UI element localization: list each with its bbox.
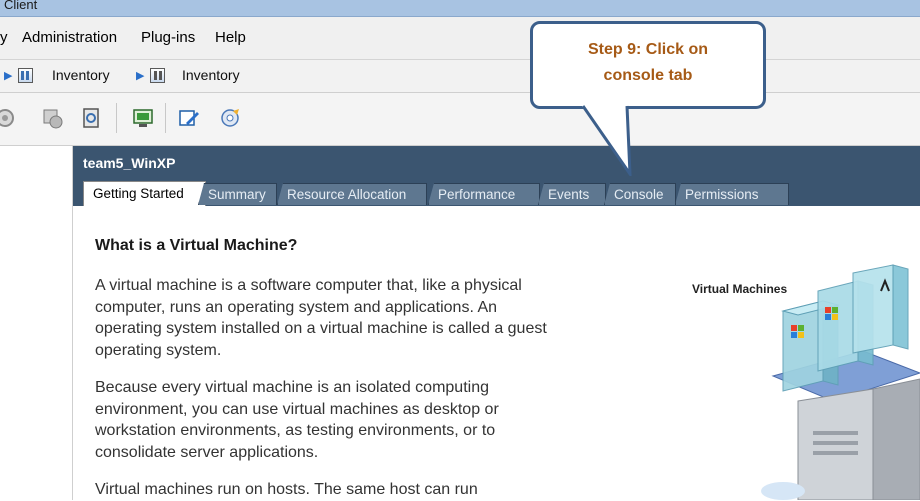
paragraph-3: Virtual machines run on hosts. The same … <box>95 481 478 498</box>
toolbar <box>0 93 920 146</box>
callout-line-1: Step 9: Click on <box>587 41 709 58</box>
toolbar-separator <box>116 103 117 133</box>
virtual-machines-illustration <box>761 264 920 500</box>
annotation-callout: Step 9: Click on console tab <box>530 21 766 109</box>
power-off-icon[interactable] <box>0 107 16 129</box>
paragraph-2: Because every virtual machine is an isol… <box>95 379 499 461</box>
callout-line-2: console tab <box>603 67 693 84</box>
breadcrumb: ▶ Inventory ▶ Inventory <box>0 60 920 93</box>
breadcrumb-inventory-2[interactable]: Inventory <box>182 67 240 83</box>
paragraph-1: A virtual machine is a software computer… <box>95 277 547 359</box>
vm-name: team5_WinXP <box>83 155 176 171</box>
vm-header: team5_WinXP Getting Started Summary Reso… <box>73 146 920 207</box>
menu-bar: y Administration Plug-ins Help <box>0 17 920 60</box>
tab-summary[interactable]: Summary <box>198 183 277 205</box>
menu-item-help[interactable]: Help <box>215 29 246 46</box>
inventory-tree-pane[interactable] <box>0 146 73 500</box>
window-titlebar: Client <box>0 0 920 17</box>
tab-events[interactable]: Events <box>538 183 606 205</box>
window-title: Client <box>4 0 38 12</box>
getting-started-content: What is a Virtual Machine? A virtual mac… <box>73 206 920 500</box>
menu-item-plugins[interactable]: Plug-ins <box>141 29 195 46</box>
page-title: What is a Virtual Machine? <box>95 237 298 254</box>
tab-console[interactable]: Console <box>604 183 676 205</box>
breadcrumb-arrow-icon: ▶ <box>4 70 13 82</box>
inventory-vms-icon <box>150 68 165 83</box>
suspend-icon[interactable] <box>41 107 63 129</box>
callout-pointer <box>581 105 632 176</box>
tab-resource-allocation[interactable]: Resource Allocation <box>277 183 427 205</box>
reset-icon[interactable] <box>80 107 102 129</box>
tab-strip: Getting Started Summary Resource Allocat… <box>83 180 913 207</box>
toolbar-separator <box>165 103 166 133</box>
breadcrumb-inventory-1[interactable]: Inventory <box>52 67 110 83</box>
breadcrumb-arrow-icon: ▶ <box>136 70 145 82</box>
edit-settings-icon[interactable] <box>178 107 200 129</box>
inventory-hosts-icon <box>18 68 33 83</box>
tab-getting-started[interactable]: Getting Started <box>83 181 206 207</box>
tab-permissions[interactable]: Permissions <box>675 183 789 205</box>
menu-item-administration[interactable]: Administration <box>22 29 117 46</box>
menu-item-inventory[interactable]: y <box>0 29 8 46</box>
snapshot-icon[interactable] <box>219 107 241 129</box>
console-icon[interactable] <box>132 107 154 129</box>
tab-performance[interactable]: Performance <box>428 183 540 205</box>
